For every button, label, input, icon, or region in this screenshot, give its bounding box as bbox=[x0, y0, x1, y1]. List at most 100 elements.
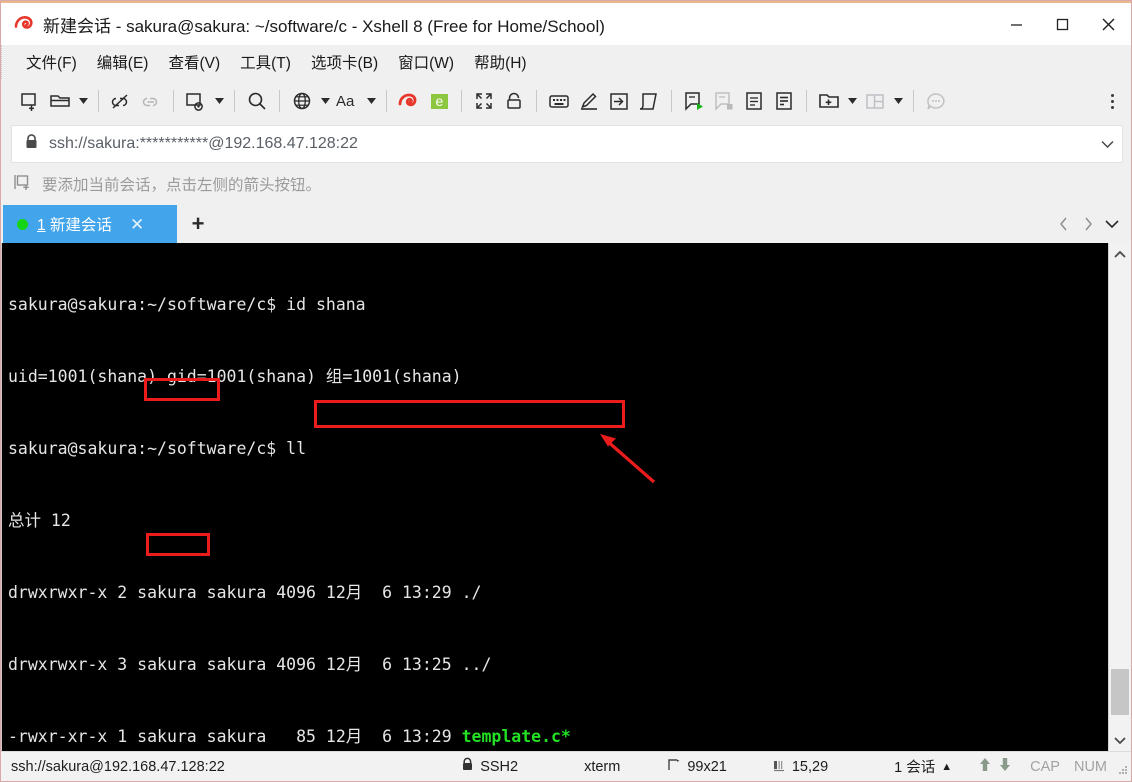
overflow-menu-icon[interactable] bbox=[1101, 86, 1123, 116]
status-bar: ssh://sakura@192.168.47.128:22 SSH2 xter… bbox=[1, 751, 1131, 781]
open-session-dropdown-icon[interactable] bbox=[75, 86, 91, 116]
menu-help[interactable]: 帮助(H) bbox=[464, 47, 537, 77]
toolbar: Aa e bbox=[1, 79, 1131, 123]
tab-label: 1 新建会话 bbox=[37, 213, 112, 235]
xshell-window: 新建会话 - sakura@sakura: ~/software/c - Xsh… bbox=[0, 0, 1132, 782]
toolbar-separator bbox=[234, 90, 235, 112]
status-url: ssh://sakura@192.168.47.128:22 bbox=[11, 758, 225, 775]
compose-icon[interactable] bbox=[769, 86, 799, 116]
send-to-icon[interactable] bbox=[604, 86, 634, 116]
split-layout-dropdown-icon[interactable] bbox=[890, 86, 906, 116]
maximize-button[interactable] bbox=[1039, 3, 1085, 45]
chat-icon bbox=[921, 86, 951, 116]
hint-bar: 要添加当前会话，点击左侧的箭头按钮。 bbox=[1, 163, 1131, 205]
toolbar-separator bbox=[279, 90, 280, 112]
globe-icon[interactable] bbox=[287, 86, 317, 116]
toolbar-separator bbox=[386, 90, 387, 112]
xftp-icon[interactable]: e bbox=[424, 86, 454, 116]
terminal-line: uid=1001(shana) gid=1001(shana) 组=1001(s… bbox=[8, 367, 462, 386]
link-icon[interactable] bbox=[136, 86, 166, 116]
highlight-pen-icon[interactable] bbox=[574, 86, 604, 116]
sessions-caret-icon[interactable]: ▲ bbox=[941, 761, 952, 773]
menu-file[interactable]: 文件(F) bbox=[16, 47, 87, 77]
new-tab-button[interactable]: + bbox=[177, 205, 219, 243]
address-dropdown-icon[interactable] bbox=[1092, 126, 1122, 162]
menu-window[interactable]: 窗口(W) bbox=[388, 47, 464, 77]
terminal-line: sakura@sakura:~/software/c$ ll bbox=[8, 439, 307, 458]
session-properties-dropdown-icon[interactable] bbox=[211, 86, 227, 116]
globe-dropdown-icon[interactable] bbox=[317, 86, 333, 116]
status-cursor: 15,29 bbox=[773, 758, 828, 776]
status-caps-lock: CAP bbox=[1030, 759, 1060, 775]
tab-bar: 1 新建会话 ✕ + bbox=[1, 205, 1131, 243]
run-script-icon[interactable] bbox=[679, 86, 709, 116]
fullscreen-icon[interactable] bbox=[469, 86, 499, 116]
chevron-left-icon[interactable] bbox=[1053, 209, 1075, 239]
lock-icon[interactable] bbox=[499, 86, 529, 116]
terminal-line: sakura@sakura:~/software/c$ id shana bbox=[8, 295, 366, 314]
scroll-down-button[interactable] bbox=[1109, 729, 1131, 751]
terminal-line: 总计 12 bbox=[8, 511, 71, 530]
chevron-right-icon[interactable] bbox=[1077, 209, 1099, 239]
search-icon[interactable] bbox=[242, 86, 272, 116]
address-input[interactable]: ssh://sakura:***********@192.168.47.128:… bbox=[49, 135, 1092, 153]
status-security-label: SSH2 bbox=[480, 758, 519, 775]
terminal-screen[interactable]: sakura@sakura:~/software/c$ id shana uid… bbox=[2, 243, 1108, 751]
filename-executable: template.c* bbox=[461, 727, 571, 746]
scroll-thumb[interactable] bbox=[1111, 669, 1129, 715]
add-session-icon[interactable] bbox=[13, 172, 33, 197]
tab-number: 1 bbox=[37, 217, 46, 234]
font-icon[interactable]: Aa bbox=[333, 86, 363, 116]
menu-tools[interactable]: 工具(T) bbox=[230, 47, 301, 77]
tab-list-icon[interactable] bbox=[1101, 209, 1123, 239]
address-bar[interactable]: ssh://sakura:***********@192.168.47.128:… bbox=[11, 125, 1123, 163]
lock-icon bbox=[24, 133, 39, 155]
script-icon[interactable] bbox=[634, 86, 664, 116]
new-session-icon[interactable] bbox=[15, 86, 45, 116]
transfer-up-icon bbox=[978, 757, 992, 776]
tab-session-1[interactable]: 1 新建会话 ✕ bbox=[3, 205, 177, 243]
terminal-line-text: -rwxr-xr-x 1 sakura sakura 85 12月 6 13:2… bbox=[8, 727, 462, 746]
close-button[interactable] bbox=[1085, 3, 1131, 45]
status-transfer bbox=[978, 757, 1012, 776]
connected-dot-icon bbox=[17, 218, 28, 230]
toolbar-separator bbox=[173, 90, 174, 112]
status-cap-label: CAP bbox=[1030, 758, 1060, 775]
svg-text:Aa: Aa bbox=[336, 93, 355, 110]
transfer-down-icon bbox=[998, 757, 1012, 776]
terminal-size-icon bbox=[668, 758, 681, 776]
terminal-line: -rwxr-xr-x 1 sakura sakura 85 12月 6 13:2… bbox=[8, 725, 1108, 749]
status-sessions[interactable]: 1 会话 ▲ bbox=[894, 756, 952, 777]
minimize-button[interactable] bbox=[993, 3, 1039, 45]
scroll-track[interactable] bbox=[1109, 265, 1131, 729]
keyboard-icon[interactable] bbox=[544, 86, 574, 116]
toolbar-separator bbox=[98, 90, 99, 112]
lock-icon bbox=[461, 757, 474, 776]
status-terminal-type: xterm bbox=[584, 759, 620, 775]
menu-bar: 文件(F) 编辑(E) 查看(V) 工具(T) 选项卡(B) 窗口(W) 帮助(… bbox=[1, 45, 1131, 79]
session-properties-icon[interactable] bbox=[181, 86, 211, 116]
disconnect-icon[interactable] bbox=[106, 86, 136, 116]
status-security: SSH2 bbox=[461, 757, 518, 776]
toolbar-separator bbox=[461, 90, 462, 112]
new-folder-dropdown-icon[interactable] bbox=[844, 86, 860, 116]
terminal-scrollbar[interactable] bbox=[1108, 243, 1131, 751]
menu-edit[interactable]: 编辑(E) bbox=[87, 47, 159, 77]
new-folder-icon[interactable] bbox=[814, 86, 844, 116]
xshell-logo-icon[interactable] bbox=[394, 86, 424, 116]
open-session-icon[interactable] bbox=[45, 86, 75, 116]
window-controls bbox=[993, 3, 1131, 45]
resize-grip-icon[interactable] bbox=[1113, 760, 1127, 774]
toolbar-separator bbox=[671, 90, 672, 112]
status-num-lock: NUM bbox=[1074, 759, 1107, 775]
font-dropdown-icon[interactable] bbox=[363, 86, 379, 116]
toolbar-separator bbox=[536, 90, 537, 112]
status-num-label: NUM bbox=[1073, 758, 1107, 775]
menu-view[interactable]: 查看(V) bbox=[158, 47, 230, 77]
close-icon[interactable]: ✕ bbox=[126, 214, 148, 235]
terminal-line: drwxrwxr-x 2 sakura sakura 4096 12月 6 13… bbox=[8, 583, 482, 602]
log-icon[interactable] bbox=[739, 86, 769, 116]
scroll-up-button[interactable] bbox=[1109, 243, 1131, 265]
status-terminal-type-label: xterm bbox=[584, 758, 621, 775]
menu-tabs[interactable]: 选项卡(B) bbox=[301, 47, 388, 77]
